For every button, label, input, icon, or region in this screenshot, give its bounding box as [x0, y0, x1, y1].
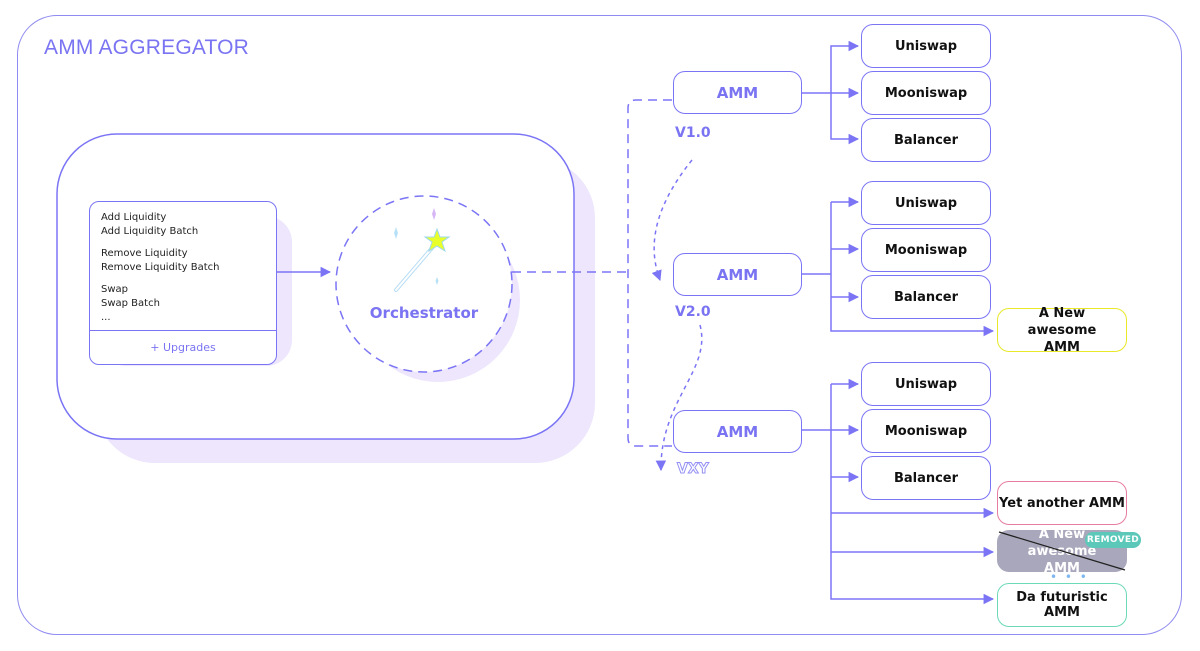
operation-item: Remove Liquidity Batch: [101, 262, 220, 273]
target-mooniswap: Mooniswap: [861, 409, 991, 453]
orchestrator-circle: [335, 195, 513, 373]
operation-item: Add Liquidity: [101, 212, 167, 223]
target-yet-another-amm: Yet another AMM: [997, 481, 1127, 525]
amm-v2-box: AMM: [673, 253, 802, 296]
operations-panel: Add Liquidity Add Liquidity Batch Remove…: [89, 201, 277, 365]
orchestrator-label: Orchestrator: [369, 304, 479, 322]
operation-item: Swap: [101, 284, 129, 295]
target-mooniswap: Mooniswap: [861, 228, 991, 272]
amm-vxy-box: AMM: [673, 410, 802, 453]
operation-item: Add Liquidity Batch: [101, 226, 199, 237]
amm-v1-box: AMM: [673, 71, 802, 114]
target-uniswap: Uniswap: [861, 181, 991, 225]
operation-item: Swap Batch: [101, 298, 160, 309]
target-mooniswap: Mooniswap: [861, 71, 991, 115]
version-bus-dashed: [627, 99, 672, 447]
upgrades-footer: + Upgrades: [90, 330, 276, 364]
liquidity-add-group: Add Liquidity Add Liquidity Batch: [101, 211, 276, 239]
target-uniswap: Uniswap: [861, 24, 991, 68]
target-balancer: Balancer: [861, 456, 991, 500]
target-futuristic-amm: Da futuristic AMM: [997, 583, 1127, 627]
target-new-awesome-amm: A New awesome AMM: [997, 306, 1127, 355]
v1-branches: [801, 40, 860, 145]
target-balancer: Balancer: [861, 118, 991, 162]
removed-badge: REMOVED: [1085, 532, 1141, 548]
operation-item: ...: [101, 312, 111, 323]
version-label-v1: V1.0: [675, 125, 711, 141]
swap-group: Swap Swap Batch ...: [101, 283, 276, 325]
liquidity-remove-group: Remove Liquidity Remove Liquidity Batch: [101, 247, 276, 275]
version-label-v2: V2.0: [675, 304, 711, 320]
version-label-vxy: VXY: [677, 461, 710, 478]
more-ellipsis: • • •: [1050, 570, 1089, 584]
target-uniswap: Uniswap: [861, 362, 991, 406]
operation-item: Remove Liquidity: [101, 248, 188, 259]
target-balancer: Balancer: [861, 275, 991, 319]
